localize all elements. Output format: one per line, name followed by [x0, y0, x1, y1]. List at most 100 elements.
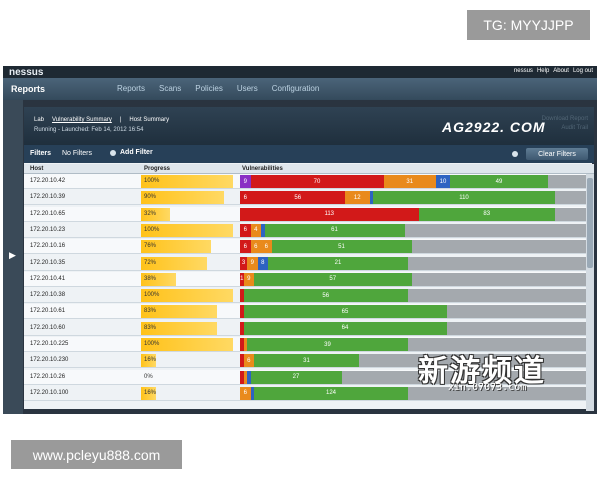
- vulnerability-bar[interactable]: 113 83: [240, 207, 590, 221]
- vulnerability-bar[interactable]: 6 124: [240, 386, 590, 400]
- table-row[interactable]: 172.20.10.16 76% 6 6 6 51: [24, 239, 594, 255]
- host-cell[interactable]: 172.20.10.61: [30, 308, 65, 314]
- table-row[interactable]: 172.20.10.39 90% 6 56 12 110: [24, 190, 594, 206]
- vuln-segment-medium[interactable]: 9: [247, 256, 258, 270]
- host-cell[interactable]: 172.20.10.16: [30, 243, 65, 249]
- vulnerability-bar[interactable]: 6 6 6 51: [240, 240, 590, 254]
- filters-label: Filters: [30, 150, 52, 157]
- host-cell[interactable]: 172.20.10.23: [30, 227, 65, 233]
- vuln-segment-high[interactable]: 70: [250, 175, 384, 188]
- host-cell[interactable]: 172.20.10.38: [30, 292, 65, 298]
- clear-filters-button[interactable]: Clear Filters: [526, 148, 588, 160]
- vulnerability-bar[interactable]: 65: [240, 305, 590, 319]
- top-bar: nessus nessus Help About Log out: [3, 66, 597, 78]
- vuln-segment-info[interactable]: 39: [247, 338, 408, 351]
- vuln-segment-info[interactable]: 51: [271, 240, 412, 254]
- crumb-vuln-summary[interactable]: Vulnerability Summary: [52, 117, 112, 123]
- expand-arrow-icon[interactable]: ▶: [9, 250, 16, 261]
- vuln-segment-high[interactable]: 113: [240, 207, 419, 221]
- vuln-segment-high[interactable]: 6: [240, 223, 251, 237]
- table-row[interactable]: 172.20.10.41 38% 1 9 57: [24, 271, 594, 287]
- vuln-segment-medium[interactable]: 9: [243, 272, 254, 286]
- progress-value: 32%: [144, 210, 157, 217]
- vuln-segment-medium[interactable]: 6: [261, 240, 272, 254]
- table-row[interactable]: 172.20.10.42 100% 9 70 31 10 49: [24, 174, 594, 189]
- host-cell[interactable]: 172.20.10.60: [30, 325, 65, 331]
- vuln-segment-info[interactable]: 110: [373, 191, 555, 205]
- progress-value: 83%: [144, 324, 157, 331]
- vuln-segment-high[interactable]: 56: [250, 191, 345, 205]
- vuln-segment-low[interactable]: 10: [436, 175, 450, 188]
- vuln-segment-info[interactable]: 49: [450, 175, 548, 188]
- vuln-segment-info[interactable]: 27: [250, 370, 342, 384]
- top-link-about[interactable]: About: [553, 68, 569, 74]
- vuln-segment-info[interactable]: 124: [254, 386, 408, 400]
- crumb-host-summary[interactable]: Host Summary: [129, 117, 169, 123]
- top-link-user[interactable]: nessus: [514, 68, 533, 74]
- nav-title: Reports: [11, 84, 46, 94]
- host-cell[interactable]: 172.20.10.39: [30, 194, 65, 200]
- progress-value: 90%: [144, 194, 157, 201]
- header-host[interactable]: Host: [30, 166, 43, 172]
- nav-item-reports[interactable]: Reports: [117, 84, 145, 93]
- host-cell[interactable]: 172.20.10.65: [30, 211, 65, 217]
- scrollbar-thumb[interactable]: [587, 178, 593, 268]
- host-cell[interactable]: 172.20.10.230: [30, 357, 68, 363]
- vulnerability-bar[interactable]: 6 56 12 110: [240, 191, 590, 205]
- vuln-segment-info[interactable]: 65: [243, 305, 447, 319]
- vulnerability-bar[interactable]: 3 9 8 21: [240, 256, 590, 270]
- progress-value: 16%: [144, 389, 157, 396]
- host-cell[interactable]: 172.20.10.42: [30, 178, 65, 184]
- host-cell[interactable]: 172.20.10.26: [30, 374, 65, 380]
- vulnerability-bar[interactable]: 64: [240, 321, 590, 335]
- vuln-segment-medium[interactable]: 31: [383, 175, 436, 188]
- vulnerability-bar[interactable]: 1 9 57: [240, 272, 590, 286]
- top-link-logout[interactable]: Log out: [573, 68, 593, 74]
- vuln-segment-info[interactable]: 56: [243, 289, 408, 303]
- nav-item-configuration[interactable]: Configuration: [272, 84, 320, 93]
- host-cell[interactable]: 172.20.10.100: [30, 390, 68, 396]
- vuln-segment-high[interactable]: 6: [240, 191, 251, 205]
- vulnerability-bar[interactable]: 9 70 31 10 49: [240, 175, 590, 188]
- vuln-segment-low[interactable]: 8: [257, 256, 268, 270]
- table-row[interactable]: 172.20.10.65 32% 113 83: [24, 206, 594, 222]
- vuln-segment-info[interactable]: 83: [418, 207, 555, 221]
- nav-item-users[interactable]: Users: [237, 84, 258, 93]
- vuln-segment-info[interactable]: 31: [254, 354, 359, 368]
- vuln-segment-medium[interactable]: 12: [345, 191, 370, 205]
- crumb-lab[interactable]: Lab: [34, 117, 44, 123]
- report-header: Lab Vulnerability Summary | Host Summary…: [24, 107, 594, 145]
- vuln-segment-info[interactable]: 64: [243, 321, 447, 335]
- host-cell[interactable]: 172.20.10.35: [30, 260, 65, 266]
- vulnerability-bar[interactable]: 6 4 61: [240, 223, 590, 237]
- host-cell[interactable]: 172.20.10.225: [30, 341, 68, 347]
- table-row[interactable]: 172.20.10.23 100% 6 4 61: [24, 222, 594, 238]
- vuln-segment-medium[interactable]: 4: [250, 223, 261, 237]
- download-report-link[interactable]: Download Report: [542, 115, 588, 124]
- table-row[interactable]: 172.20.10.38 100% 56: [24, 288, 594, 304]
- header-progress[interactable]: Progress: [144, 166, 170, 172]
- vuln-segment-high[interactable]: 3: [240, 256, 247, 270]
- top-links: nessus Help About Log out: [514, 68, 593, 74]
- nav-item-scans[interactable]: Scans: [159, 84, 181, 93]
- faded-actions: Download Report Audit Trail: [542, 115, 588, 133]
- header-vulnerabilities[interactable]: Vulnerabilities: [242, 166, 283, 172]
- vuln-segment-info[interactable]: 57: [254, 272, 412, 286]
- vuln-segment-medium[interactable]: 6: [240, 386, 251, 400]
- vuln-segment-critical[interactable]: 9: [240, 175, 251, 188]
- vuln-segment-medium[interactable]: 6: [250, 240, 261, 254]
- vuln-segment-info[interactable]: 21: [268, 256, 408, 270]
- vulnerability-bar[interactable]: 56: [240, 289, 590, 303]
- table-row[interactable]: 172.20.10.60 83% 64: [24, 320, 594, 336]
- vuln-segment-medium[interactable]: 6: [243, 354, 254, 368]
- table-row[interactable]: 172.20.10.35 72% 3 9 8 21: [24, 255, 594, 271]
- vuln-segment-high[interactable]: 6: [240, 240, 251, 254]
- add-filter-icon: [110, 149, 116, 156]
- audit-trail-link[interactable]: Audit Trail: [542, 124, 588, 133]
- top-link-help[interactable]: Help: [537, 68, 549, 74]
- add-filter-button[interactable]: Add Filter: [110, 149, 153, 156]
- nav-item-policies[interactable]: Policies: [195, 84, 223, 93]
- table-row[interactable]: 172.20.10.61 83% 65: [24, 304, 594, 320]
- vuln-segment-info[interactable]: 61: [264, 223, 405, 237]
- host-cell[interactable]: 172.20.10.41: [30, 276, 65, 282]
